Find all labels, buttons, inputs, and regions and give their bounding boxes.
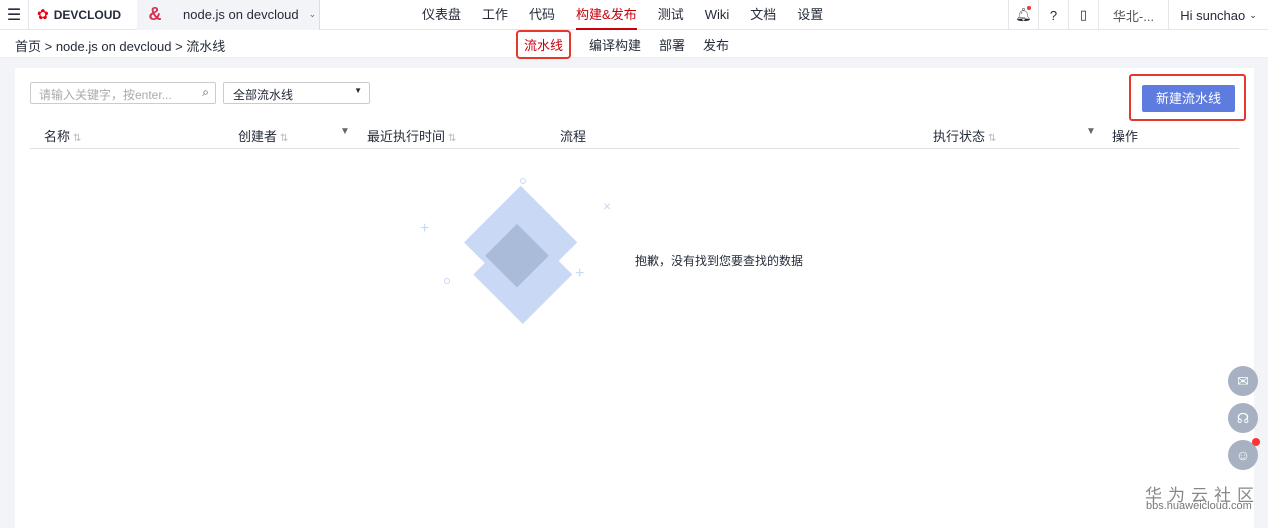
mobile-icon[interactable]: ▯ <box>1068 0 1098 30</box>
robot-icon[interactable]: ☺ <box>1228 438 1260 470</box>
mail-icon[interactable]: ✉ <box>1228 366 1258 396</box>
col-creator[interactable]: 创建者 ⇅ <box>238 126 288 145</box>
brand-name: DEVCLOUD <box>53 7 122 22</box>
nav-dashboard[interactable]: 仪表盘 <box>422 0 461 30</box>
search-input[interactable]: 请输入关键字，按enter... ⌕ <box>30 82 216 104</box>
watermark-url: bbs.huaweicloud.com <box>1146 500 1252 512</box>
svg-text:×: × <box>603 198 611 214</box>
tab-deploy[interactable]: 部署 <box>659 35 685 54</box>
filter-value: 全部流水线 <box>233 88 294 102</box>
col-status[interactable]: 执行状态 ⇅ <box>933 126 996 145</box>
tab-release[interactable]: 发布 <box>703 35 729 54</box>
logo[interactable]: ✿ DEVCLOUD <box>29 6 137 23</box>
col-flow: 流程 <box>560 129 587 144</box>
col-actions: 操作 <box>1112 129 1139 144</box>
col-name[interactable]: 名称 ⇅ <box>44 126 81 145</box>
table-header: 名称 ⇅ 创建者 ⇅ ▼ 最近执行时间 ⇅ 流程 执行状态 ⇅ ▼ 操作 <box>30 124 1239 149</box>
project-icon: & <box>148 4 162 24</box>
menu-icon[interactable]: ☰ <box>0 0 29 30</box>
pipeline-filter-select[interactable]: 全部流水线 ▼ <box>223 82 370 104</box>
breadcrumb[interactable]: 首页 > node.js on devcloud > 流水线 <box>15 36 225 55</box>
top-bar: ☰ ✿ DEVCLOUD & node.js on devcloud ⌄ 仪表盘 工作… <box>0 0 1268 30</box>
filter-icon[interactable]: ▼ <box>1086 126 1096 137</box>
bell-icon[interactable]: 🔔︎ <box>1008 0 1038 30</box>
sort-icon: ⇅ <box>988 133 997 144</box>
chevron-down-icon: ⌄ <box>308 9 317 19</box>
sort-icon: ⇅ <box>280 133 289 144</box>
search-icon[interactable]: ⌕ <box>202 85 209 100</box>
chevron-down-icon: ⌄ <box>1249 9 1257 20</box>
nav-docs[interactable]: 文档 <box>750 0 776 30</box>
empty-message: 抱歉，没有找到您要查找的数据 <box>635 254 804 268</box>
filter-icon[interactable]: ▼ <box>340 126 350 137</box>
caret-down-icon: ▼ <box>354 86 362 95</box>
sort-icon: ⇅ <box>73 133 82 144</box>
project-name: node.js on devcloud <box>183 7 299 22</box>
col-last-run[interactable]: 最近执行时间 ⇅ <box>367 126 456 145</box>
svg-text:+: + <box>575 265 584 282</box>
region-selector[interactable]: 华北-... <box>1098 0 1168 30</box>
sub-nav: 流水线 编译构建 部署 发布 <box>516 29 738 59</box>
sub-header: 首页 > node.js on devcloud > 流水线 流水线 编译构建 … <box>0 29 1268 59</box>
nav-code[interactable]: 代码 <box>529 0 555 30</box>
nav-test[interactable]: 测试 <box>658 0 684 30</box>
nav-settings[interactable]: 设置 <box>797 0 823 30</box>
new-pipeline-button[interactable]: 新建流水线 <box>1142 85 1235 112</box>
nav-work[interactable]: 工作 <box>482 0 508 30</box>
user-menu[interactable]: Hi sunchao ⌄ <box>1168 0 1268 30</box>
tab-pipeline[interactable]: 流水线 <box>516 29 572 59</box>
help-icon[interactable]: ? <box>1038 0 1068 30</box>
search-placeholder: 请输入关键字，按enter... <box>39 88 172 102</box>
project-selector[interactable]: & node.js on devcloud ⌄ <box>137 0 320 30</box>
huawei-logo-icon: ✿ <box>37 6 49 22</box>
pipeline-panel: 请输入关键字，按enter... ⌕ 全部流水线 ▼ 新建流水线 名称 ⇅ 创建者 ⇅ … <box>15 68 1254 528</box>
nav-wiki[interactable]: Wiki <box>705 0 730 30</box>
nav-build-release[interactable]: 构建&发布 <box>576 0 637 30</box>
sort-icon: ⇅ <box>448 133 457 144</box>
user-name: Hi sunchao <box>1180 7 1246 23</box>
tab-compile-build[interactable]: 编译构建 <box>589 35 641 54</box>
empty-illustration-icon: + + × <box>420 178 611 324</box>
highlight-box: 新建流水线 <box>1129 74 1246 121</box>
svg-text:+: + <box>420 220 429 237</box>
main-nav: 仪表盘 工作 代码 构建&发布 测试 Wiki 文档 设置 <box>422 0 844 30</box>
support-icon[interactable]: ☊ <box>1228 403 1258 433</box>
